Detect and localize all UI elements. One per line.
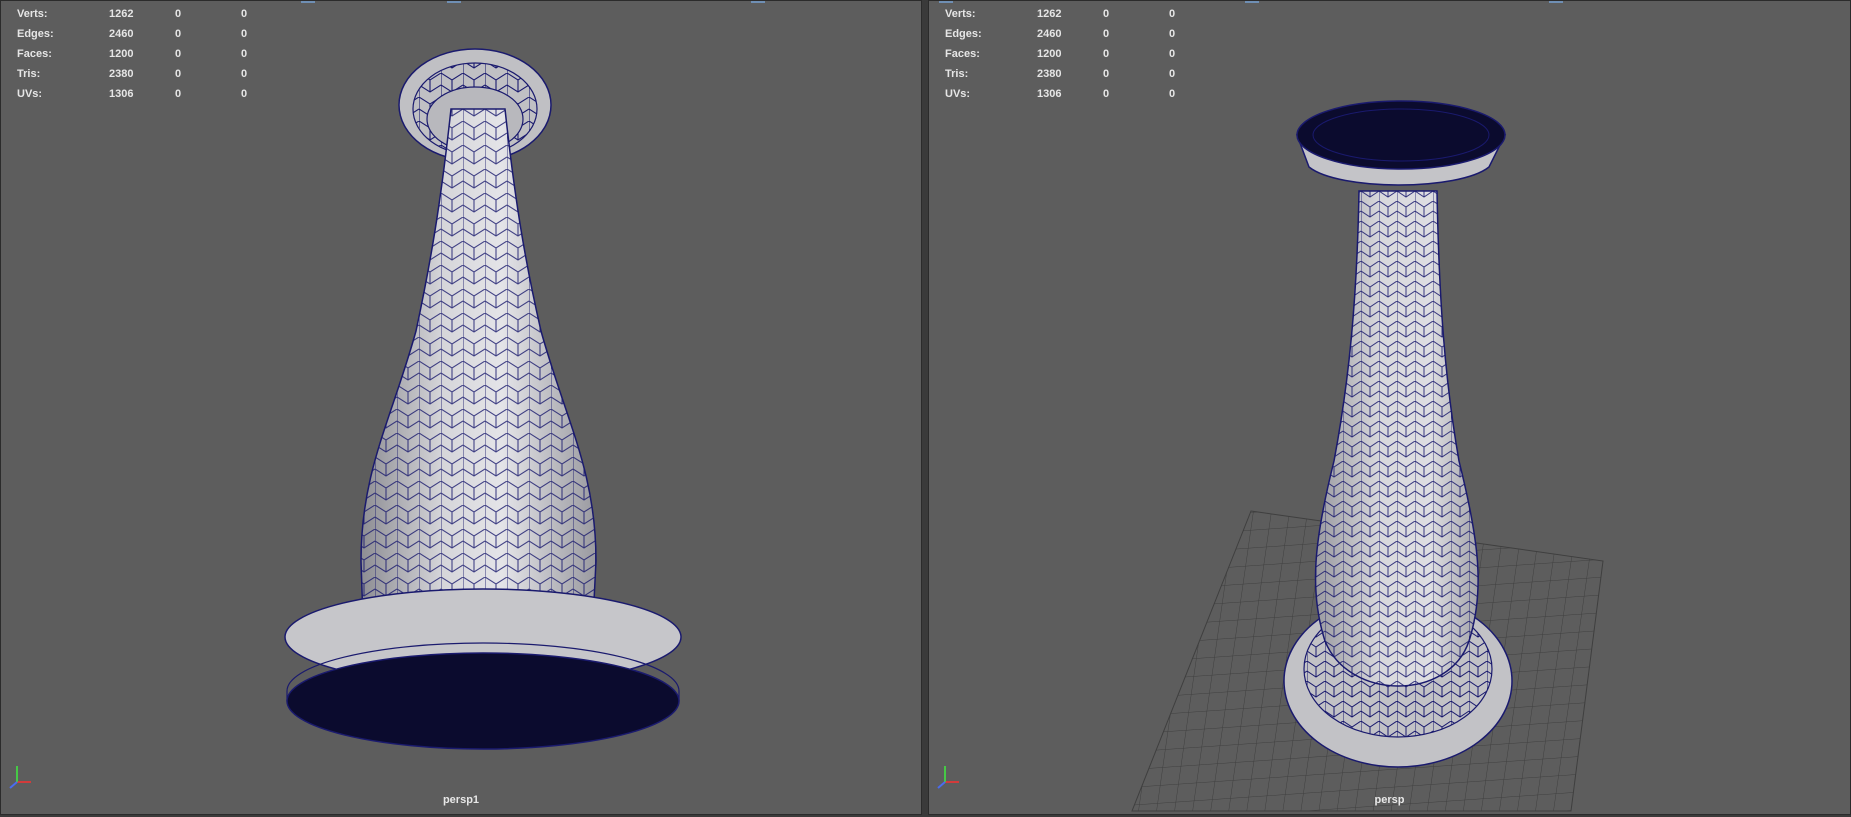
hud-row-uvs: UVs: 1306 0 0 [945, 88, 1176, 100]
hud-row-verts: Verts: 1262 0 0 [17, 8, 248, 20]
hud-row-faces: Faces: 1200 0 0 [945, 48, 1176, 60]
hud-row-tris: Tris: 2380 0 0 [17, 68, 248, 80]
vase-model-left[interactable] [1, 1, 922, 815]
camera-label: persp1 [442, 794, 480, 806]
camera-label: persp [1374, 794, 1405, 806]
axis-gizmo-icon [9, 766, 31, 789]
poly-count-hud: Verts: 1262 0 0 Edges: 2460 0 0 Faces: 1… [17, 4, 271, 104]
poly-count-hud: Verts: 1262 0 0 Edges: 2460 0 0 Faces: 1… [945, 4, 1199, 104]
hud-row-faces: Faces: 1200 0 0 [17, 48, 248, 60]
hud-row-verts: Verts: 1262 0 0 [945, 8, 1176, 20]
hud-row-edges: Edges: 2460 0 0 [945, 28, 1176, 40]
hud-row-edges: Edges: 2460 0 0 [17, 28, 248, 40]
axis-gizmo-icon [937, 766, 959, 789]
hud-row-tris: Tris: 2380 0 0 [945, 68, 1176, 80]
viewport-persp1[interactable]: Verts: 1262 0 0 Edges: 2460 0 0 Faces: 1… [0, 0, 922, 815]
vase-model-right[interactable] [929, 1, 1851, 815]
hud-row-uvs: UVs: 1306 0 0 [17, 88, 248, 100]
viewport-persp[interactable]: Verts: 1262 0 0 Edges: 2460 0 0 Faces: 1… [928, 0, 1851, 815]
